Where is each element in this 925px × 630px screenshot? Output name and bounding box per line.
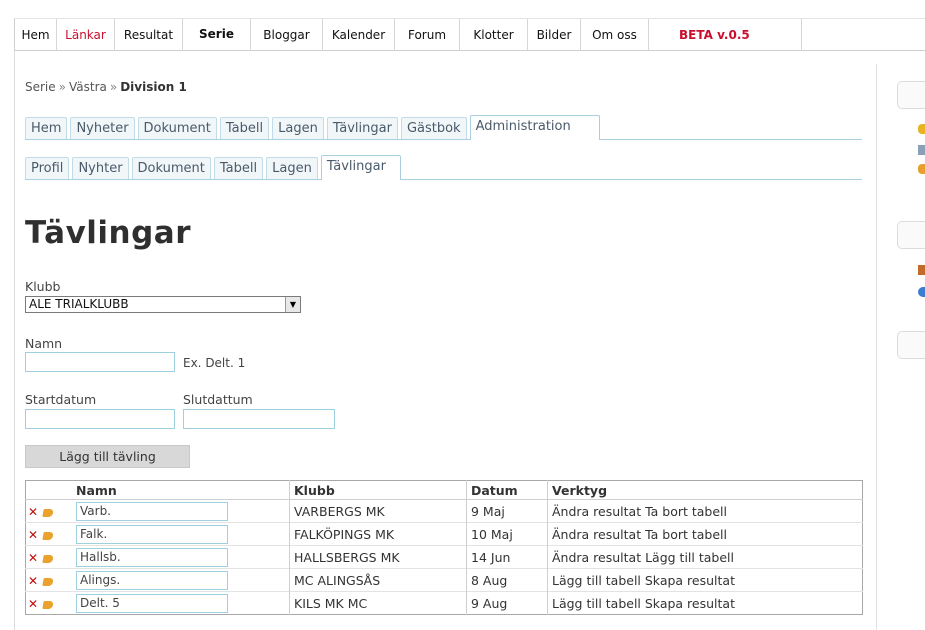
nav-kalender[interactable]: Kalender bbox=[323, 19, 395, 50]
table-row: ✕ Alings. MC ALINGSÅS 8 Aug Lägg till ta… bbox=[25, 568, 863, 592]
nav-bloggar[interactable]: Bloggar bbox=[251, 19, 323, 50]
table-row: ✕ Falk. FALKÖPINGS MK 10 Maj Ändra resul… bbox=[25, 522, 863, 546]
delete-icon[interactable]: ✕ bbox=[28, 528, 38, 542]
nav-resultat[interactable]: Resultat bbox=[115, 19, 183, 50]
delete-icon[interactable]: ✕ bbox=[28, 597, 38, 611]
name-input[interactable] bbox=[25, 352, 175, 372]
row-club: VARBERGS MK bbox=[289, 499, 467, 523]
competitions-table: Namn Klubb Datum Verktyg ✕ Varb. VARBERG… bbox=[25, 480, 863, 615]
row-date: 9 Maj bbox=[466, 499, 548, 523]
tab-administration[interactable]: Administration bbox=[469, 115, 600, 140]
left-border bbox=[14, 50, 15, 630]
breadcrumb-serie[interactable]: Serie bbox=[25, 80, 56, 94]
page-title: Tävlingar bbox=[25, 215, 192, 251]
nav-klotter[interactable]: Klotter bbox=[460, 19, 528, 50]
subtab-tavlingar[interactable]: Tävlingar bbox=[320, 155, 401, 180]
edit-icon[interactable] bbox=[42, 554, 54, 563]
top-navigation: Hem Länkar Resultat Serie Bloggar Kalend… bbox=[14, 18, 925, 51]
club-select-value: ALE TRIALKLUBB bbox=[29, 297, 129, 311]
header-klubb: Klubb bbox=[289, 480, 467, 500]
header-datum: Datum bbox=[466, 480, 548, 500]
tab-hem[interactable]: Hem bbox=[25, 117, 68, 139]
header-icons bbox=[25, 480, 72, 500]
tab-gastbok[interactable]: Gästbok bbox=[400, 117, 467, 139]
table-row: ✕ Varb. VARBERGS MK 9 Maj Ändra resultat… bbox=[25, 499, 863, 523]
club-select[interactable]: ALE TRIALKLUBB ▼ bbox=[25, 296, 301, 313]
nav-forum[interactable]: Forum bbox=[395, 19, 460, 50]
row-club: FALKÖPINGS MK bbox=[289, 522, 467, 546]
delete-icon[interactable]: ✕ bbox=[28, 505, 38, 519]
breadcrumb-division: Division 1 bbox=[120, 80, 187, 94]
tab-tavlingar[interactable]: Tävlingar bbox=[326, 117, 398, 139]
subtab-profil[interactable]: Profil bbox=[25, 157, 70, 179]
table-row: ✕ Hallsb. HALLSBERGS MK 14 Jun Ändra res… bbox=[25, 545, 863, 569]
sidebar-box-3 bbox=[897, 331, 925, 359]
nav-om-oss[interactable]: Om oss bbox=[581, 19, 649, 50]
delete-icon[interactable]: ✕ bbox=[28, 574, 38, 588]
tab-lagen[interactable]: Lagen bbox=[272, 117, 324, 139]
sidebar-doc-icon bbox=[918, 145, 925, 155]
row-date: 8 Aug bbox=[466, 568, 548, 592]
row-tools[interactable]: Lägg till tabell Skapa resultat bbox=[547, 568, 863, 592]
nav-hem[interactable]: Hem bbox=[15, 19, 57, 50]
delete-icon[interactable]: ✕ bbox=[28, 551, 38, 565]
sidebar-box-1 bbox=[897, 81, 925, 109]
start-date-label: Startdatum bbox=[25, 392, 97, 407]
tab-dokument[interactable]: Dokument bbox=[137, 117, 217, 139]
subtab-tabell[interactable]: Tabell bbox=[213, 157, 264, 179]
sidebar-user-icon bbox=[918, 124, 925, 134]
sidebar-calendar-icon bbox=[918, 265, 925, 275]
breadcrumb-vastra[interactable]: Västra bbox=[69, 80, 107, 94]
tab-nyheter[interactable]: Nyheter bbox=[70, 117, 135, 139]
row-tools[interactable]: Ändra resultat Ta bort tabell bbox=[547, 499, 863, 523]
row-name-input[interactable]: Falk. bbox=[76, 524, 228, 544]
edit-icon[interactable] bbox=[42, 577, 54, 586]
nav-bilder[interactable]: Bilder bbox=[528, 19, 581, 50]
dropdown-arrow-icon[interactable]: ▼ bbox=[285, 297, 300, 312]
row-name-input[interactable]: Varb. bbox=[76, 501, 228, 521]
row-name-input[interactable]: Delt. 5 bbox=[76, 593, 228, 613]
breadcrumb: Serie» Västra» Division 1 bbox=[25, 80, 187, 94]
nav-lankar[interactable]: Länkar bbox=[57, 19, 115, 50]
header-namn: Namn bbox=[72, 480, 290, 500]
row-date: 10 Maj bbox=[466, 522, 548, 546]
add-competition-button[interactable]: Lägg till tävling bbox=[25, 445, 190, 468]
beta-version-label: BETA v.0.5 bbox=[649, 19, 802, 50]
subtab-dokument[interactable]: Dokument bbox=[131, 157, 211, 179]
row-date: 14 Jun bbox=[466, 545, 548, 569]
edit-icon[interactable] bbox=[42, 600, 54, 609]
table-row: ✕ Delt. 5 KILS MK MC 9 Aug Lägg till tab… bbox=[25, 591, 863, 615]
row-club: MC ALINGSÅS bbox=[289, 568, 467, 592]
nav-serie[interactable]: Serie bbox=[183, 19, 251, 50]
header-verktyg: Verktyg bbox=[547, 480, 863, 500]
row-club: HALLSBERGS MK bbox=[289, 545, 467, 569]
sidebar-globe-icon bbox=[918, 287, 925, 297]
end-date-input[interactable] bbox=[183, 409, 335, 429]
row-date: 9 Aug bbox=[466, 591, 548, 615]
name-hint: Ex. Delt. 1 bbox=[183, 356, 246, 370]
admin-subtabs: Profil Nyhter Dokument Tabell Lagen Tävl… bbox=[25, 151, 862, 180]
section-tabs: Hem Nyheter Dokument Tabell Lagen Tävlin… bbox=[25, 113, 862, 140]
row-name-input[interactable]: Alings. bbox=[76, 570, 228, 590]
edit-icon[interactable] bbox=[42, 531, 54, 540]
row-club: KILS MK MC bbox=[289, 591, 467, 615]
tab-tabell[interactable]: Tabell bbox=[219, 117, 270, 139]
sidebar-people-icon bbox=[918, 164, 925, 174]
right-sidebar-divider bbox=[876, 64, 877, 630]
row-name-input[interactable]: Hallsb. bbox=[76, 547, 228, 567]
club-label: Klubb bbox=[25, 279, 61, 294]
row-tools[interactable]: Lägg till tabell Skapa resultat bbox=[547, 591, 863, 615]
start-date-input[interactable] bbox=[25, 409, 175, 429]
row-tools[interactable]: Ändra resultat Ta bort tabell bbox=[547, 522, 863, 546]
end-date-label: Slutdattum bbox=[183, 392, 253, 407]
name-label: Namn bbox=[25, 336, 63, 351]
subtab-nyhter[interactable]: Nyhter bbox=[72, 157, 129, 179]
sidebar-box-2 bbox=[897, 221, 925, 249]
subtab-lagen[interactable]: Lagen bbox=[266, 157, 318, 179]
edit-icon[interactable] bbox=[42, 508, 54, 517]
row-tools[interactable]: Ändra resultat Lägg till tabell bbox=[547, 545, 863, 569]
table-header-row: Namn Klubb Datum Verktyg bbox=[25, 480, 863, 500]
